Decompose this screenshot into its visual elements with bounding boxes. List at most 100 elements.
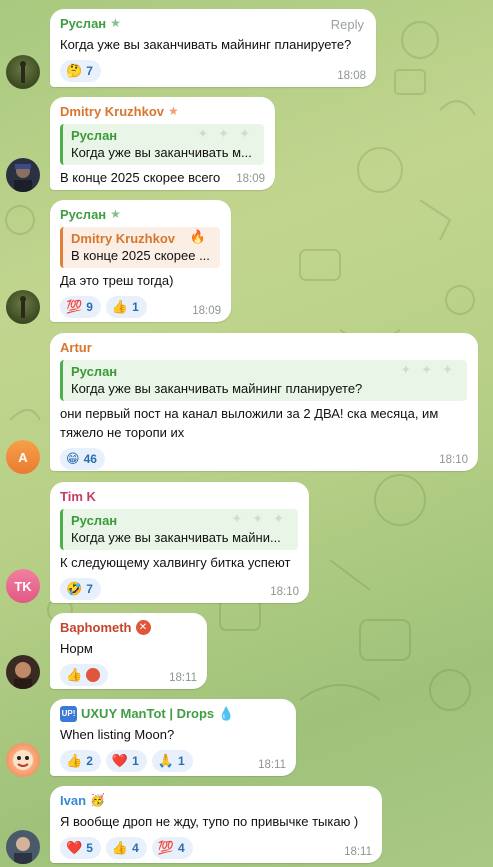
- up-badge-icon: UP!: [60, 705, 77, 722]
- reactions: ❤️ 5 👍 4 💯 4: [60, 837, 371, 859]
- avatar-dmitry[interactable]: [6, 158, 40, 192]
- quote-decoration-icon: ✦✦✦: [197, 126, 260, 141]
- sender-name[interactable]: Руслан ★: [60, 206, 220, 223]
- star-icon: ★: [168, 104, 179, 118]
- sender-name-text: UXUY ManTot | Drops: [81, 706, 215, 721]
- message-uxuy[interactable]: UP! UXUY ManTot | Drops 💧 When listing M…: [50, 699, 296, 776]
- reaction-count: 46: [83, 452, 97, 466]
- thumbs-up-emoji: 👍: [111, 299, 129, 314]
- message-ruslan-2[interactable]: Руслан ★ 🔥 Dmitry Kruzhkov В конце 2025 …: [50, 200, 231, 322]
- person-icon: [20, 61, 26, 83]
- sender-name-text: Artur: [60, 340, 92, 355]
- sender-name[interactable]: UP! UXUY ManTot | Drops 💧: [60, 705, 285, 722]
- reply-quote[interactable]: ✦✦✦ Руслан Когда уже вы заканчивать майн…: [60, 509, 298, 550]
- reaction-rofl[interactable]: 🤣 7: [60, 578, 101, 600]
- avatar-initials: TK: [14, 578, 32, 594]
- sender-name-text: Dmitry Kruzhkov: [60, 104, 165, 119]
- message-text: они первый пост на канал выложили за 2 Д…: [60, 406, 439, 440]
- sender-name[interactable]: Dmitry Kruzhkov ★: [60, 103, 264, 120]
- quote-text: Когда уже вы заканчивать майни...: [71, 530, 281, 545]
- thumbs-up-emoji: 👍: [111, 840, 129, 855]
- reaction-grin[interactable]: 😁 46: [60, 448, 105, 470]
- message-text: When listing Moon?: [60, 727, 175, 742]
- message-time: 18:11: [344, 846, 372, 858]
- fire-icon: 🔥: [189, 229, 216, 244]
- message-text: В конце 2025 скорее всего: [60, 170, 221, 185]
- message-text: Я вообще дроп не жду, тупо по привычке т…: [60, 814, 359, 829]
- reaction-thumbs-up[interactable]: 👍 2: [60, 750, 101, 772]
- reactions: 👍 2 ❤️ 1 🙏 1: [60, 750, 285, 772]
- avatar-ruslan[interactable]: [6, 290, 40, 324]
- sender-name[interactable]: Ivan 🥳: [60, 792, 371, 809]
- quote-text: Когда уже вы заканчивать майнинг планиру…: [71, 381, 363, 396]
- message-text: Норм: [60, 641, 93, 656]
- reaction-count: 1: [132, 754, 139, 768]
- rofl-emoji: 🤣: [66, 581, 83, 596]
- message-text: Да это треш тогда): [60, 273, 174, 288]
- message-timk[interactable]: Tim K ✦✦✦ Руслан Когда уже вы заканчиват…: [50, 482, 309, 603]
- message-time: 18:10: [439, 454, 468, 466]
- message-artur[interactable]: Artur ✦✦✦ Руслан Когда уже вы заканчиват…: [50, 333, 478, 471]
- message-text: К следующему халвингу битка успеют: [60, 555, 291, 570]
- message-time: 18:09: [192, 305, 221, 317]
- user-avatar-icon: [86, 668, 101, 682]
- reaction-hundred[interactable]: 💯 9: [60, 296, 101, 318]
- sender-name-text: Baphometh: [60, 620, 132, 635]
- message-ivan[interactable]: Ivan 🥳 Я вообще дроп не жду, тупо по при…: [50, 786, 382, 863]
- message-baphometh[interactable]: Baphometh ✕ Норм 👍 18:11: [50, 613, 207, 689]
- droplet-icon: 💧: [218, 706, 235, 721]
- message-ruslan-1[interactable]: Руслан ★ Reply Когда уже вы заканчивать …: [50, 9, 376, 87]
- avatar-ivan[interactable]: [6, 830, 40, 864]
- reaction-thumbs-up[interactable]: 👍: [60, 664, 109, 686]
- reaction-count: 4: [132, 841, 139, 855]
- heart-emoji: ❤️: [66, 840, 83, 855]
- avatar-artur[interactable]: A: [6, 440, 40, 474]
- reactions: 🤔 7: [60, 60, 365, 82]
- reply-quote[interactable]: ✦✦✦ Руслан Когда уже вы заканчивать м...: [60, 124, 264, 165]
- avatar-uxuy[interactable]: [6, 743, 40, 777]
- hundred-emoji: 💯: [157, 840, 174, 855]
- reaction-count: 1: [132, 300, 139, 314]
- reaction-thumbs-up[interactable]: 👍 4: [105, 837, 147, 859]
- reply-quote[interactable]: ✦✦✦ Руслан Когда уже вы заканчивать майн…: [60, 360, 467, 401]
- heart-emoji: ❤️: [111, 753, 129, 768]
- reply-label[interactable]: Reply: [331, 17, 364, 32]
- reply-quote[interactable]: 🔥 Dmitry Kruzhkov В конце 2025 скорее ..…: [60, 227, 220, 268]
- reaction-hundred[interactable]: 💯 4: [151, 837, 193, 859]
- avatar-baphometh[interactable]: [6, 655, 40, 689]
- sender-name-text: Руслан: [60, 16, 107, 31]
- reaction-thumbs-up[interactable]: 👍 1: [105, 296, 147, 318]
- quote-decoration-icon: ✦✦✦: [400, 362, 463, 377]
- sender-name[interactable]: Tim K: [60, 488, 298, 505]
- avatar-ruslan[interactable]: [6, 55, 40, 89]
- message-time: 18:11: [258, 759, 286, 771]
- message-dmitry[interactable]: Dmitry Kruzhkov ★ ✦✦✦ Руслан Когда уже в…: [50, 97, 275, 190]
- grin-emoji: 😁: [66, 451, 80, 466]
- thinking-emoji: 🤔: [66, 63, 83, 78]
- message-text: Когда уже вы заканчивать майнинг планиру…: [60, 37, 352, 52]
- reaction-heart[interactable]: ❤️ 5: [60, 837, 101, 859]
- reaction-heart[interactable]: ❤️ 1: [105, 750, 147, 772]
- sticker-icon: 🥳: [90, 793, 105, 807]
- sender-name[interactable]: Baphometh ✕: [60, 619, 196, 636]
- reaction-thinking[interactable]: 🤔 7: [60, 60, 101, 82]
- sender-name-text: Руслан: [60, 207, 107, 222]
- reaction-count: 4: [177, 841, 185, 855]
- reaction-count: 7: [86, 64, 93, 78]
- reaction-count: 7: [86, 582, 93, 596]
- reaction-count: 5: [86, 841, 93, 855]
- quote-decoration-icon: ✦✦✦: [231, 511, 294, 526]
- person-icon: [14, 837, 32, 864]
- reaction-count: 9: [86, 300, 93, 314]
- reaction-pray[interactable]: 🙏 1: [151, 750, 193, 772]
- person-icon: [20, 296, 26, 318]
- message-time: 18:10: [270, 586, 299, 598]
- sender-name[interactable]: Artur: [60, 339, 467, 356]
- avatar-timk[interactable]: TK: [6, 569, 40, 603]
- sender-name[interactable]: Руслан ★: [60, 15, 365, 32]
- person-icon: [14, 662, 32, 689]
- message-time: 18:11: [169, 672, 197, 684]
- quote-text: В конце 2025 скорее ...: [71, 248, 210, 263]
- pray-emoji: 🙏: [157, 753, 174, 768]
- hundred-emoji: 💯: [66, 299, 83, 314]
